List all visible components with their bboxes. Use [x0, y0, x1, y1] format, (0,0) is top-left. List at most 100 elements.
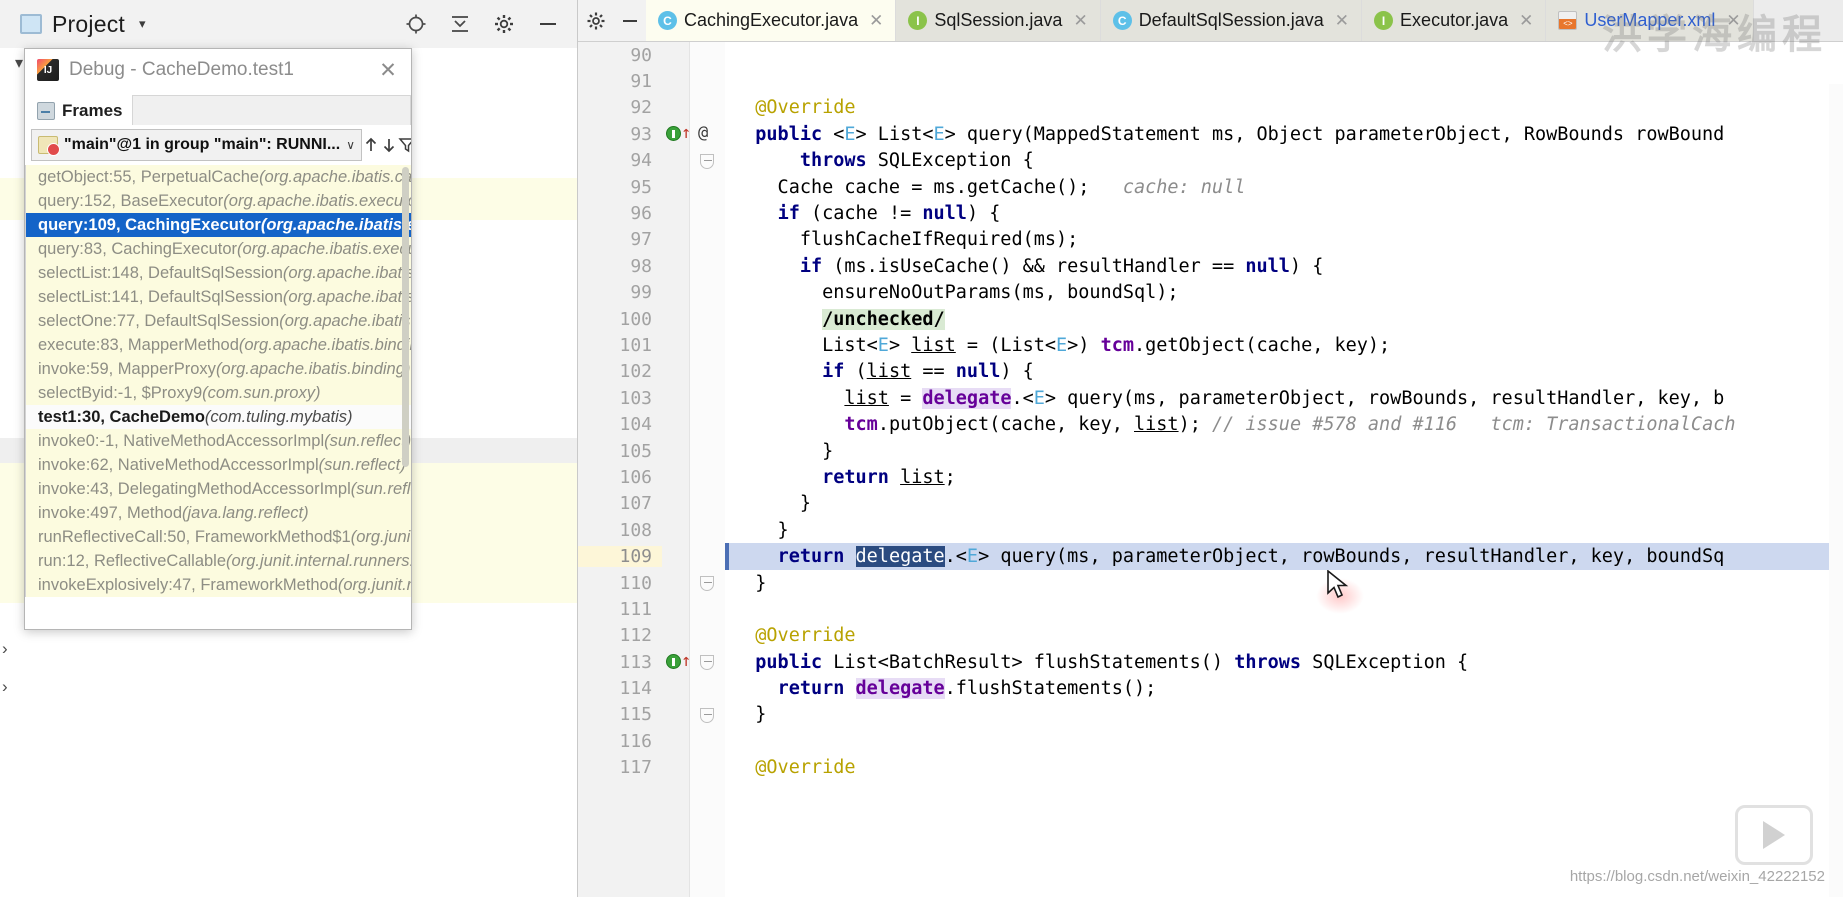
gutter-markers[interactable]: [662, 253, 715, 279]
gutter-markers[interactable]: [662, 306, 715, 332]
code-line[interactable]: 114 return delegate.flushStatements();: [578, 675, 1843, 701]
frame-row[interactable]: runReflectiveCall:50, FrameworkMethod$1 …: [26, 525, 411, 549]
arrow-up-button[interactable]: [362, 129, 380, 161]
gutter-markers[interactable]: [662, 702, 715, 728]
code-line[interactable]: 103 list = delegate.<E> query(ms, parame…: [578, 385, 1843, 411]
gear-icon[interactable]: [586, 11, 606, 31]
breakpoint-icon[interactable]: [666, 126, 681, 142]
frame-row[interactable]: selectList:141, DefaultSqlSession (org.a…: [26, 285, 411, 309]
settings-gear-icon[interactable]: [487, 7, 521, 41]
gutter-markers[interactable]: [662, 728, 715, 754]
arrow-down-button[interactable]: [380, 129, 398, 161]
frame-row[interactable]: invokeExplosively:47, FrameworkMethod (o…: [26, 573, 411, 597]
code-line[interactable]: 104 tcm.putObject(cache, key, list); // …: [578, 411, 1843, 437]
frame-row[interactable]: invoke:497, Method (java.lang.reflect): [26, 501, 411, 525]
frame-row[interactable]: selectOne:77, DefaultSqlSession (org.apa…: [26, 309, 411, 333]
editor-tab-sqlsession-java[interactable]: I SqlSession.java ✕: [896, 0, 1101, 41]
code-line[interactable]: 101 List<E> list = (List<E>) tcm.getObje…: [578, 332, 1843, 358]
frame-row[interactable]: selectByid:-1, $Proxy9 (com.sun.proxy): [26, 381, 411, 405]
gutter-markers[interactable]: [662, 280, 715, 306]
editor-tab-executor-java[interactable]: I Executor.java ✕: [1362, 0, 1547, 41]
frame-row[interactable]: invoke:59, MapperProxy (org.apache.ibati…: [26, 357, 411, 381]
gutter-markers[interactable]: [662, 148, 715, 174]
gutter-markers[interactable]: [662, 438, 715, 464]
editor-tab-cachingexecutor-java[interactable]: C CachingExecutor.java ✕: [646, 0, 897, 41]
code-line[interactable]: 100 /unchecked/: [578, 306, 1843, 332]
gutter-markers[interactable]: [662, 464, 715, 490]
close-icon[interactable]: ✕: [1073, 11, 1087, 31]
code-line[interactable]: 112 @Override: [578, 623, 1843, 649]
collapse-all-icon[interactable]: [443, 7, 477, 41]
code-editor[interactable]: 90 91 92 @Override 93 ↑ @ public <E> List<E> …: [578, 42, 1843, 897]
code-line[interactable]: 92 @Override: [578, 95, 1843, 121]
close-icon[interactable]: ✕: [1335, 11, 1349, 31]
code-line[interactable]: 107 }: [578, 491, 1843, 517]
frame-row[interactable]: query:152, BaseExecutor (org.apache.ibat…: [26, 189, 411, 213]
gutter-markers[interactable]: [662, 68, 715, 94]
code-line[interactable]: 117 @Override: [578, 755, 1843, 781]
gutter-markers[interactable]: [662, 623, 715, 649]
code-fold-icon[interactable]: [700, 707, 714, 723]
gutter-markers[interactable]: [662, 570, 715, 596]
code-line[interactable]: 91: [578, 68, 1843, 94]
gutter-markers[interactable]: [662, 95, 715, 121]
breakpoint-icon[interactable]: [666, 653, 681, 669]
filter-button[interactable]: [398, 129, 411, 161]
code-lines[interactable]: 90 91 92 @Override 93 ↑ @ public <E> List<E> …: [578, 42, 1843, 897]
code-line[interactable]: 108 }: [578, 517, 1843, 543]
code-line[interactable]: 109 return delegate.<E> query(ms, parame…: [578, 543, 1843, 570]
gutter-markers[interactable]: [662, 517, 715, 543]
code-line[interactable]: 95 Cache cache = ms.getCache(); cache: n…: [578, 174, 1843, 200]
close-icon[interactable]: ✕: [1519, 11, 1533, 31]
frame-row[interactable]: invoke:62, NativeMethodAccessorImpl (sun…: [26, 453, 411, 477]
code-line[interactable]: 115 }: [578, 702, 1843, 728]
code-line[interactable]: 111: [578, 596, 1843, 622]
code-line[interactable]: 102 if (list == null) {: [578, 359, 1843, 385]
frame-row[interactable]: invoke0:-1, NativeMethodAccessorImpl (su…: [26, 429, 411, 453]
frame-row[interactable]: execute:83, MapperMethod (org.apache.iba…: [26, 333, 411, 357]
gutter-markers[interactable]: [662, 200, 715, 226]
editor-scrollbar[interactable]: [1829, 84, 1843, 897]
gutter-markers[interactable]: ↑: [662, 649, 715, 675]
thread-select[interactable]: "main"@1 in group "main": RUNNI... ∨: [31, 129, 362, 161]
frame-row[interactable]: query:109, CachingExecutor (org.apache.i…: [26, 213, 411, 237]
code-line[interactable]: 98 if (ms.isUseCache() && resultHandler …: [578, 253, 1843, 279]
gutter-markers[interactable]: [662, 174, 715, 200]
tree-chevron-right-1[interactable]: ›: [2, 639, 8, 659]
gutter-markers[interactable]: [662, 596, 715, 622]
frame-row[interactable]: test1:30, CacheDemo (com.tuling.mybatis): [26, 405, 411, 429]
code-line[interactable]: 113 ↑ public List<BatchResult> flushState…: [578, 649, 1843, 675]
close-icon[interactable]: ✕: [375, 57, 401, 83]
gutter-markers[interactable]: [662, 755, 715, 781]
code-fold-icon[interactable]: [700, 153, 714, 169]
editor-tab-defaultsqlsession-java[interactable]: C DefaultSqlSession.java ✕: [1100, 0, 1363, 41]
gutter-markers[interactable]: [662, 385, 715, 411]
method-override-arrow-icon[interactable]: ↑: [681, 651, 691, 671]
chevron-down-icon[interactable]: ∨: [346, 138, 355, 152]
locate-icon[interactable]: [399, 7, 433, 41]
frame-row[interactable]: getObject:55, PerpetualCache (org.apache…: [26, 165, 411, 189]
hide-icon[interactable]: [531, 7, 565, 41]
code-line[interactable]: 93 ↑ @ public <E> List<E> query(MappedStat…: [578, 121, 1843, 147]
code-line[interactable]: 110 }: [578, 570, 1843, 596]
code-line[interactable]: 99 ensureNoOutParams(ms, boundSql);: [578, 280, 1843, 306]
gutter-markers[interactable]: ↑ @: [662, 121, 715, 147]
gutter-markers[interactable]: [662, 491, 715, 517]
code-fold-icon[interactable]: [700, 575, 714, 591]
tab-frames[interactable]: Frames: [25, 101, 132, 125]
tree-chevron-right-2[interactable]: ›: [2, 677, 8, 697]
chevron-down-icon[interactable]: ▾: [139, 16, 146, 32]
gutter-markers[interactable]: [662, 42, 715, 68]
code-line[interactable]: 116: [578, 728, 1843, 754]
gutter-markers[interactable]: [662, 359, 715, 385]
frame-row[interactable]: selectList:148, DefaultSqlSession (org.a…: [26, 261, 411, 285]
gutter-markers[interactable]: [662, 543, 715, 569]
code-line[interactable]: 94 throws SQLException {: [578, 148, 1843, 174]
code-fold-icon[interactable]: [700, 654, 714, 670]
method-override-arrow-icon[interactable]: ↑: [681, 123, 691, 143]
close-icon[interactable]: ✕: [869, 11, 883, 31]
frame-row[interactable]: query:83, CachingExecutor (org.apache.ib…: [26, 237, 411, 261]
code-line[interactable]: 106 return list;: [578, 464, 1843, 490]
gutter-markers[interactable]: [662, 332, 715, 358]
code-line[interactable]: 96 if (cache != null) {: [578, 200, 1843, 226]
